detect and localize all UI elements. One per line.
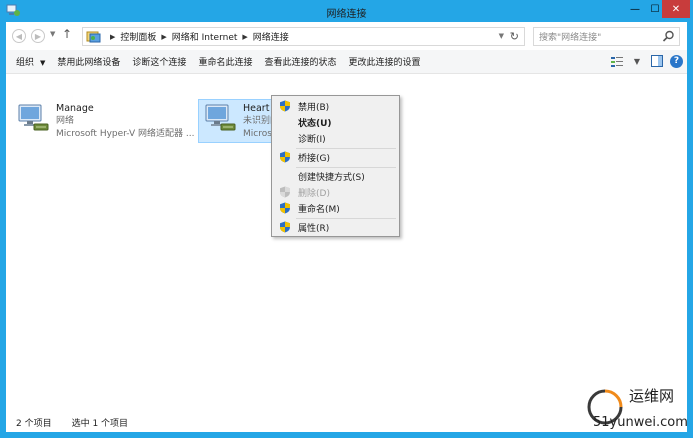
search-input[interactable]: 搜索"网络连接"	[533, 27, 680, 46]
menu-item-properties[interactable]: 属性(R)	[274, 219, 397, 235]
selected-count: 选中 1 个项目	[71, 418, 129, 429]
disable-device-button[interactable]: 禁用此网络设备	[51, 55, 126, 68]
forward-button[interactable]: ▶	[31, 29, 45, 43]
list-item[interactable]: Manage 网络 Microsoft Hyper-V 网络适配器 ...	[16, 102, 194, 141]
connection-status: 网络	[56, 116, 75, 126]
view-status-button[interactable]: 查看此连接的状态	[258, 55, 342, 68]
rename-connection-button[interactable]: 重命名此连接	[192, 55, 258, 68]
command-bar: 组织 ▼ 禁用此网络设备 诊断这个连接 重命名此连接 查看此连接的状态 更改此连接…	[6, 50, 687, 74]
menu-item-label: 诊断(I)	[298, 134, 326, 145]
diagnose-connection-button[interactable]: 诊断这个连接	[126, 55, 192, 68]
breadcrumb-separator-icon[interactable]: ▶	[161, 33, 166, 41]
context-menu: 禁用(B) 状态(U) 诊断(I) 桥接(G) 创建快捷方式(S) 删除(D) …	[271, 95, 400, 237]
refresh-icon[interactable]: ↻	[510, 30, 519, 43]
address-bar[interactable]: ▶ 控制面板 ▶ 网络和 Internet ▶ 网络连接 ▼ ↻	[82, 27, 525, 46]
item-count: 2 个项目	[16, 418, 52, 429]
watermark-logo: 运维网 51yunwei.com	[585, 385, 688, 433]
connection-name: Manage	[56, 103, 94, 114]
breadcrumb-network-internet[interactable]: 网络和 Internet	[172, 30, 238, 43]
view-tools: ▼ ?	[610, 54, 683, 68]
menu-item-rename[interactable]: 重命名(M)	[274, 200, 397, 216]
menu-item-label: 删除(D)	[298, 188, 330, 199]
chevron-down-icon: ▼	[40, 59, 46, 67]
menu-item-bridge[interactable]: 桥接(G)	[274, 149, 397, 165]
address-dropdown-icon[interactable]: ▼	[499, 32, 504, 40]
shield-icon	[280, 186, 290, 198]
change-view-icon[interactable]	[610, 54, 624, 68]
menu-item-label: 属性(R)	[298, 223, 330, 234]
breadcrumb-separator-icon[interactable]: ▶	[110, 33, 115, 41]
watermark-text-cn: 运维网	[629, 387, 675, 405]
preview-pane-icon[interactable]	[650, 54, 664, 68]
organize-menu-button[interactable]: 组织 ▼	[6, 55, 51, 68]
breadcrumb-separator-icon[interactable]: ▶	[242, 33, 247, 41]
menu-item-create-shortcut[interactable]: 创建快捷方式(S)	[274, 168, 397, 184]
search-placeholder: 搜索"网络连接"	[539, 33, 602, 43]
shield-icon	[280, 100, 290, 112]
shield-icon	[280, 151, 290, 163]
shield-icon	[280, 221, 290, 233]
network-adapter-icon	[18, 104, 49, 131]
menu-item-label: 重命名(M)	[298, 204, 340, 215]
breadcrumb-control-panel[interactable]: 控制面板	[120, 30, 156, 43]
recent-locations-chevron-icon[interactable]: ▼	[50, 30, 55, 38]
control-panel-icon	[86, 31, 101, 43]
minimize-button[interactable]: —	[625, 0, 645, 18]
view-options-chevron-icon[interactable]: ▼	[630, 54, 644, 68]
menu-item-label: 禁用(B)	[298, 102, 330, 113]
menu-item-label: 创建快捷方式(S)	[298, 172, 365, 183]
menu-item-disable[interactable]: 禁用(B)	[274, 98, 397, 114]
help-icon[interactable]: ?	[670, 54, 683, 68]
breadcrumb-network-connections[interactable]: 网络连接	[253, 30, 289, 43]
network-adapter-icon	[205, 104, 236, 131]
window-title: 网络连接	[326, 9, 367, 20]
menu-item-label: 桥接(G)	[298, 153, 330, 164]
navigation-bar: ◀ ▶ ▼ ↑ ▶ 控制面板 ▶ 网络和 Internet ▶ 网络连接 ▼ ↻…	[6, 22, 687, 50]
back-button[interactable]: ◀	[12, 29, 26, 43]
menu-item-diagnose[interactable]: 诊断(I)	[274, 130, 397, 146]
organize-label: 组织	[16, 58, 35, 68]
watermark-text-url: 51yunwei.com	[593, 415, 688, 430]
menu-item-label: 状态(U)	[298, 118, 332, 129]
menu-item-status[interactable]: 状态(U)	[274, 114, 397, 130]
up-arrow-icon[interactable]: ↑	[62, 27, 72, 41]
close-button[interactable]: ✕	[662, 0, 690, 18]
change-settings-button[interactable]: 更改此连接的设置	[342, 55, 426, 68]
search-icon[interactable]	[662, 30, 675, 43]
shield-icon	[280, 202, 290, 214]
title-bar: 网络连接 — ☐ ✕	[0, 0, 693, 22]
connection-adapter: Microsoft Hyper-V 网络适配器 ...	[56, 129, 195, 139]
menu-item-delete: 删除(D)	[274, 184, 397, 200]
